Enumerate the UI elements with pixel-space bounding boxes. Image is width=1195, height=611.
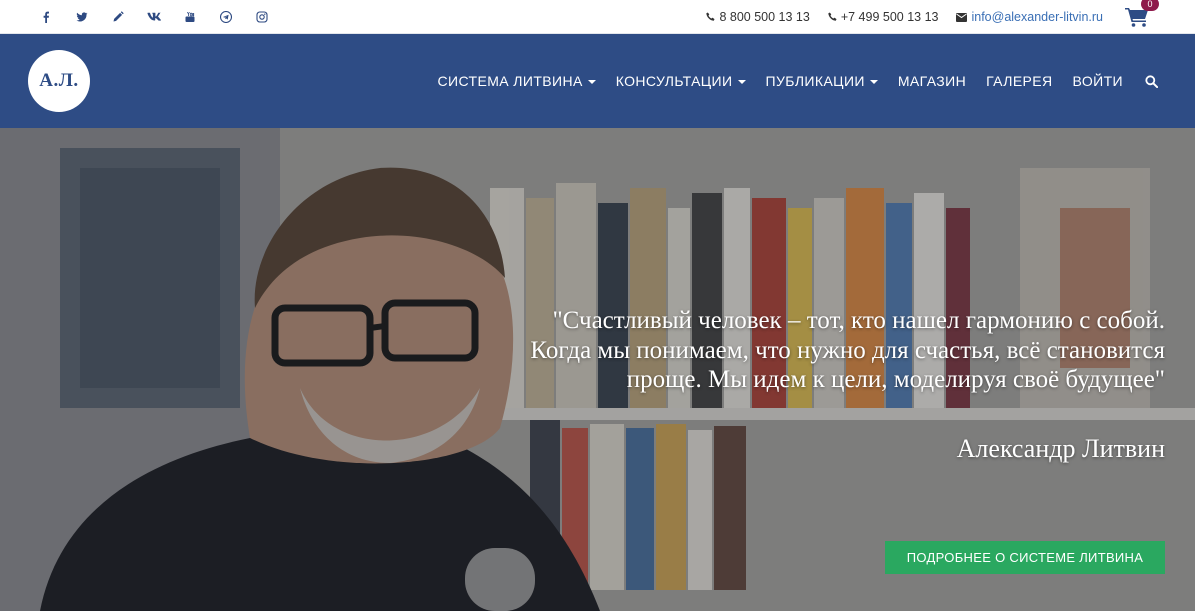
vk-icon[interactable]: [136, 0, 172, 34]
cart-button[interactable]: 0: [1125, 0, 1159, 29]
nav-item-label: ГАЛЕРЕЯ: [986, 73, 1053, 89]
search-icon[interactable]: [1143, 73, 1159, 89]
facebook-icon[interactable]: [28, 0, 64, 34]
twitter-icon[interactable]: [64, 0, 100, 34]
contacts: 8 800 500 13 13 +7 499 500 13 13 info@al…: [688, 0, 1159, 34]
envelope-icon: [956, 12, 968, 22]
caret-down-icon: [587, 79, 596, 84]
phone-1[interactable]: 8 800 500 13 13: [706, 10, 810, 24]
nav-item-label: ПУБЛИКАЦИИ: [765, 73, 865, 89]
email-text: info@alexander-litvin.ru: [971, 10, 1103, 24]
nav-item-label: СИСТЕМА ЛИТВИНА: [437, 73, 583, 89]
email-link[interactable]: info@alexander-litvin.ru: [956, 10, 1103, 24]
nav-item-consultations[interactable]: КОНСУЛЬТАЦИИ: [616, 73, 746, 89]
logo-text: А.Л.: [39, 70, 79, 91]
nav-item-label: МАГАЗИН: [897, 73, 967, 89]
youtube-icon[interactable]: [172, 0, 208, 34]
hero-banner: "Счастливый человек – тот, кто нашел гар…: [0, 128, 1195, 611]
nav-item-label: КОНСУЛЬТАЦИИ: [615, 73, 733, 89]
main-nav: СИСТЕМА ЛИТВИНА КОНСУЛЬТАЦИИ ПУБЛИКАЦИИ …: [417, 34, 1159, 128]
phone-2[interactable]: +7 499 500 13 13: [828, 10, 939, 24]
hero-quote: "Счастливый человек – тот, кто нашел гар…: [530, 307, 1165, 393]
nav-item-login[interactable]: ВОЙТИ: [1073, 73, 1123, 89]
social-links: [28, 0, 280, 34]
phone-2-text: +7 499 500 13 13: [840, 10, 939, 24]
caret-down-icon: [737, 79, 746, 84]
nav-item-shop[interactable]: МАГАЗИН: [898, 73, 966, 89]
top-bar: 8 800 500 13 13 +7 499 500 13 13 info@al…: [0, 0, 1195, 34]
cart-count-badge: 0: [1141, 0, 1159, 11]
nav-item-label: ВОЙТИ: [1072, 73, 1123, 89]
learn-more-button[interactable]: ПОДРОБНЕЕ О СИСТЕМЕ ЛИТВИНА: [885, 541, 1165, 574]
phone-icon: [828, 12, 837, 21]
instagram-icon[interactable]: [244, 0, 280, 34]
header: А.Л. СИСТЕМА ЛИТВИНА КОНСУЛЬТАЦИИ ПУБЛИК…: [0, 34, 1195, 128]
nav-item-gallery[interactable]: ГАЛЕРЕЯ: [986, 73, 1052, 89]
nav-item-system[interactable]: СИСТЕМА ЛИТВИНА: [437, 73, 596, 89]
logo[interactable]: А.Л.: [28, 50, 90, 112]
phone-icon: [706, 12, 715, 21]
pencil-icon[interactable]: [100, 0, 136, 34]
phone-1-text: 8 800 500 13 13: [719, 10, 810, 24]
hero-author: Александр Литвин: [956, 434, 1165, 463]
caret-down-icon: [869, 79, 878, 84]
nav-item-publications[interactable]: ПУБЛИКАЦИИ: [766, 73, 878, 89]
telegram-icon[interactable]: [208, 0, 244, 34]
